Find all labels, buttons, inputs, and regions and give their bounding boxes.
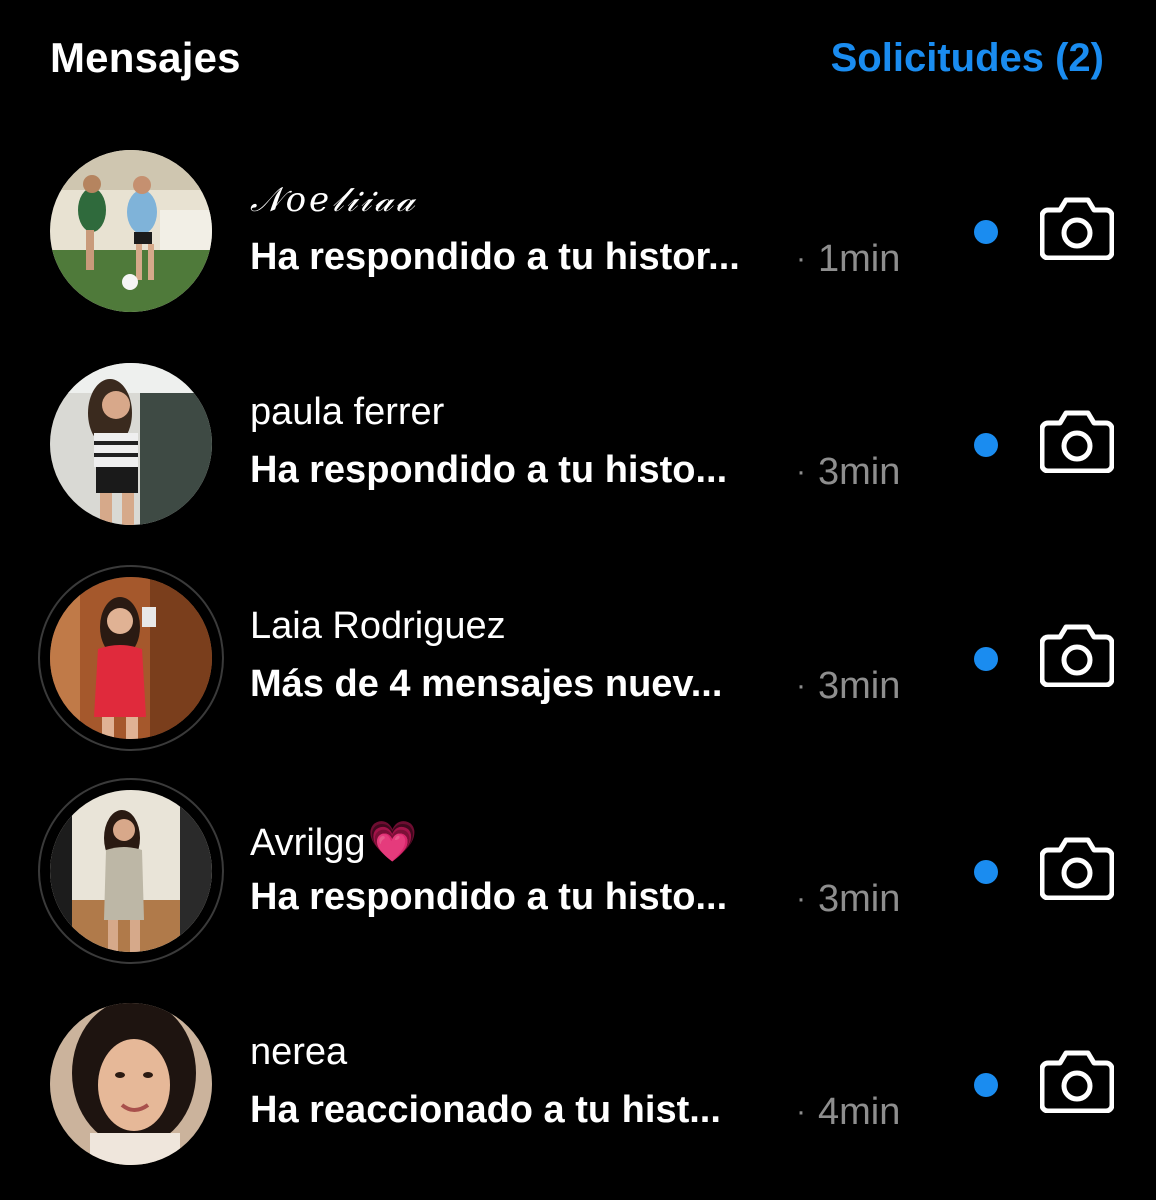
thread-row[interactable]: paula ferrer Ha respondido a tu histo...… bbox=[0, 333, 1156, 533]
thread-preview: Ha respondido a tu histo... bbox=[250, 876, 728, 918]
unread-indicator bbox=[974, 647, 998, 671]
thread-row[interactable]: Avrilgg💗 Ha respondido a tu histo... · 3m… bbox=[0, 760, 1156, 960]
avatar[interactable] bbox=[38, 351, 224, 537]
unread-indicator bbox=[974, 1073, 998, 1097]
time-label: 3min bbox=[818, 665, 901, 707]
avatar[interactable] bbox=[38, 991, 224, 1177]
camera-icon[interactable] bbox=[1040, 194, 1114, 260]
thread-preview: Ha respondido a tu histo... bbox=[250, 449, 728, 491]
separator-dot: · bbox=[796, 242, 806, 275]
thread-time: · 3min bbox=[796, 878, 900, 921]
avatar[interactable] bbox=[38, 778, 224, 964]
avatar[interactable] bbox=[38, 565, 224, 751]
thread-name: Avrilgg💗 bbox=[250, 818, 417, 865]
thread-row[interactable]: nerea Ha reaccionado a tu hist... · 4min bbox=[0, 973, 1156, 1173]
avatar[interactable] bbox=[38, 138, 224, 324]
thread-name: Laia Rodriguez bbox=[250, 605, 506, 647]
page-title: Mensajes bbox=[50, 34, 241, 81]
separator-dot: · bbox=[796, 882, 806, 915]
thread-time: · 3min bbox=[796, 451, 900, 494]
thread-name-text: Avrilgg bbox=[250, 822, 366, 864]
separator-dot: · bbox=[796, 669, 806, 702]
thread-time: · 3min bbox=[796, 665, 900, 708]
time-label: 4min bbox=[818, 1091, 901, 1133]
unread-indicator bbox=[974, 433, 998, 457]
avatar-photo bbox=[50, 363, 212, 525]
camera-icon[interactable] bbox=[1040, 834, 1114, 900]
thread-name: paula ferrer bbox=[250, 391, 445, 433]
avatar-photo bbox=[50, 150, 212, 312]
heart-emoji: 💗 bbox=[367, 820, 418, 864]
thread-time: · 4min bbox=[796, 1091, 900, 1134]
avatar-photo bbox=[50, 790, 212, 952]
time-label: 3min bbox=[818, 878, 901, 920]
message-requests-link[interactable]: Solicitudes (2) bbox=[831, 36, 1104, 81]
time-label: 1min bbox=[818, 238, 901, 280]
thread-row[interactable]: 𝒩𝑜𝑒𝓁𝒾𝒾𝒶𝒶 Ha respondido a tu histor... · 1… bbox=[0, 120, 1156, 320]
thread-row[interactable]: Laia Rodriguez Más de 4 mensajes nuev...… bbox=[0, 547, 1156, 747]
thread-preview: Más de 4 mensajes nuev... bbox=[250, 663, 723, 705]
thread-preview: Ha respondido a tu histor... bbox=[250, 236, 740, 278]
thread-name: 𝒩𝑜𝑒𝓁𝒾𝒾𝒶𝒶 bbox=[250, 180, 418, 220]
avatar-photo bbox=[50, 1003, 212, 1165]
camera-icon[interactable] bbox=[1040, 621, 1114, 687]
inbox-header: Mensajes Solicitudes (2) bbox=[0, 0, 1156, 120]
thread-preview: Ha reaccionado a tu hist... bbox=[250, 1089, 721, 1131]
camera-icon[interactable] bbox=[1040, 1047, 1114, 1113]
thread-name: nerea bbox=[250, 1031, 348, 1073]
separator-dot: · bbox=[796, 1095, 806, 1128]
unread-indicator bbox=[974, 220, 998, 244]
avatar-photo bbox=[50, 577, 212, 739]
thread-time: · 1min bbox=[796, 238, 900, 281]
separator-dot: · bbox=[796, 455, 806, 488]
time-label: 3min bbox=[818, 451, 901, 493]
unread-indicator bbox=[974, 860, 998, 884]
camera-icon[interactable] bbox=[1040, 407, 1114, 473]
